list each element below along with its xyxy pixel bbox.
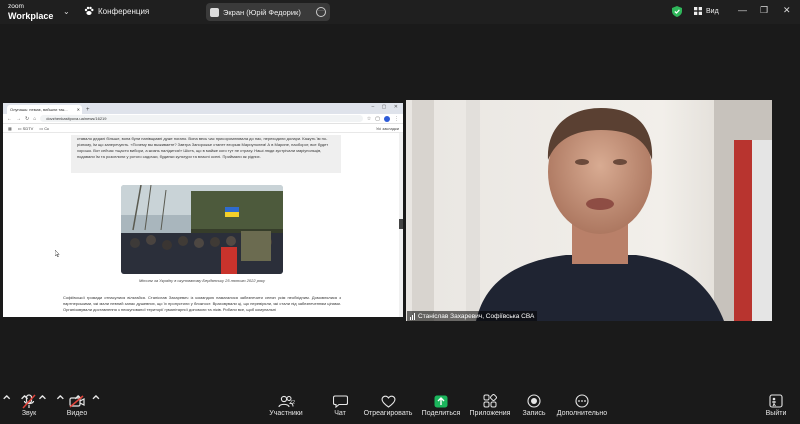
- audio-level-icon: [410, 312, 415, 320]
- avatar[interactable]: [384, 115, 390, 122]
- home-icon[interactable]: ⌂: [33, 116, 36, 122]
- logo-line-1: zoom: [8, 3, 24, 10]
- bookmark-item[interactable]: ▭ Ск: [39, 126, 49, 131]
- participants-label: Участники: [269, 410, 303, 417]
- leave-icon: [769, 394, 783, 408]
- record-label: Запись: [522, 410, 546, 417]
- record-icon: [527, 394, 541, 408]
- screen-icon: [210, 7, 219, 17]
- close-icon[interactable]: ✕: [783, 5, 791, 16]
- more-options-icon[interactable]: ···: [316, 7, 326, 17]
- share-screen-button[interactable]: Поделиться: [420, 392, 462, 424]
- chevron-down-icon[interactable]: ⌄: [63, 7, 70, 16]
- browser-tab-title: Олупашь: немає, вийшли так...: [10, 107, 68, 112]
- web-page: ставало дедалі більше, вона були напівщм…: [3, 133, 403, 317]
- share-screen-icon: [434, 395, 448, 407]
- participant-video[interactable]: [406, 100, 772, 321]
- restore-icon[interactable]: ❐: [760, 5, 768, 16]
- apps-icon[interactable]: ▦: [8, 126, 12, 131]
- zoom-logo[interactable]: zoom Workplace: [8, 3, 54, 21]
- participants-count: 22: [289, 400, 296, 406]
- scrollbar-thumb[interactable]: [399, 219, 403, 229]
- extensions-icon[interactable]: ▢: [375, 116, 380, 122]
- article-text: Софіївської громади отпасулися вільтайся…: [63, 295, 341, 312]
- browser-scrollbar[interactable]: [399, 133, 403, 317]
- star-icon[interactable]: ☆: [367, 116, 371, 122]
- browser-tab[interactable]: Олупашь: немає, вийшли так... ✕: [7, 105, 82, 114]
- share-source-label: Экран (Юрій Федорик): [223, 7, 301, 17]
- video-label: Видео: [66, 410, 88, 417]
- audio-button[interactable]: Звук: [16, 392, 42, 424]
- minimize-icon[interactable]: —: [738, 5, 747, 15]
- participant-name: Станіслав Захаревич, Софіївська СВА: [418, 312, 535, 320]
- more-button[interactable]: Дополнительно: [556, 392, 608, 424]
- leave-button[interactable]: Выйти: [764, 392, 788, 424]
- photo-caption: Мітинг за Україну в окупованому Бердянсь…: [138, 278, 266, 283]
- chat-icon: [332, 394, 348, 408]
- apps-icon: [483, 394, 497, 408]
- bookmark-item[interactable]: ▭ SDTV: [18, 126, 34, 131]
- react-button[interactable]: Отреагировать: [364, 392, 412, 424]
- chat-button[interactable]: Чат: [328, 392, 352, 424]
- meeting-info[interactable]: Конференция: [84, 6, 149, 16]
- shared-screen[interactable]: Олупашь: немає, вийшли так... ✕ + – ▢ ✕ …: [3, 103, 403, 317]
- react-label: Отреагировать: [363, 410, 413, 417]
- audio-label: Звук: [21, 410, 37, 417]
- mouse-cursor-icon: [55, 250, 60, 257]
- quote-block: ставало дедалі більше, вона були напівщм…: [71, 135, 341, 173]
- chat-label: Чат: [334, 410, 346, 417]
- bookmarks-bar: ▦ ▭ SDTV ▭ Ск Усі закладки: [3, 124, 403, 133]
- leave-label: Выйти: [765, 410, 787, 417]
- view-label: Вид: [706, 7, 719, 15]
- news-photo: [121, 185, 283, 274]
- heart-icon: [381, 395, 395, 408]
- grid-icon: [694, 7, 702, 15]
- participants-button[interactable]: Участники: [266, 392, 306, 424]
- apps-button[interactable]: Приложения: [469, 392, 511, 424]
- title-bar: zoom Workplace ⌄ Конференция Экран (Юрій…: [0, 0, 800, 24]
- share-options-caret[interactable]: ⌃: [89, 394, 102, 411]
- meeting-label: Конференция: [98, 6, 150, 16]
- url-field[interactable]: dovzhenkasitpova.ua/news/16219: [40, 115, 363, 122]
- more-label: Дополнительно: [556, 410, 608, 417]
- meeting-toolbar: Звук ⌃ Видео ⌃ Участники 22 ⌃ Чат ⌃ Отре…: [0, 392, 800, 424]
- microphone-muted-icon: [22, 393, 36, 409]
- more-icon: [575, 394, 589, 408]
- browser-address-bar: ← → ↻ ⌂ dovzhenkasitpova.ua/news/16219 ☆…: [3, 114, 403, 124]
- participant-name-tag: Станіслав Захаревич, Софіївська СВА: [407, 311, 538, 321]
- screen-share-indicator[interactable]: Экран (Юрій Федорик) ···: [206, 3, 330, 21]
- record-button[interactable]: Запись: [518, 392, 550, 424]
- audio-options-caret[interactable]: ⌃: [0, 394, 13, 411]
- window-controls[interactable]: – ▢ ✕: [372, 104, 401, 110]
- reload-icon[interactable]: ↻: [25, 116, 29, 122]
- view-button[interactable]: Вид: [694, 7, 719, 15]
- shield-check-icon[interactable]: [672, 6, 682, 17]
- all-bookmarks[interactable]: Усі закладки: [376, 126, 399, 131]
- new-tab-button[interactable]: +: [86, 107, 90, 114]
- menu-icon[interactable]: ⋮: [394, 116, 399, 122]
- browser-tab-strip: Олупашь: немає, вийшли так... ✕ + – ▢ ✕: [3, 103, 403, 114]
- apps-label: Приложения: [469, 410, 511, 417]
- back-icon[interactable]: ←: [7, 116, 12, 122]
- forward-icon[interactable]: →: [16, 116, 21, 122]
- share-label: Поделиться: [421, 410, 461, 417]
- video-camera-off-icon: [69, 394, 85, 408]
- video-button[interactable]: Видео: [64, 392, 90, 424]
- paw-icon: [84, 6, 94, 15]
- close-tab-icon[interactable]: ✕: [77, 107, 80, 112]
- logo-line-2: Workplace: [8, 11, 54, 21]
